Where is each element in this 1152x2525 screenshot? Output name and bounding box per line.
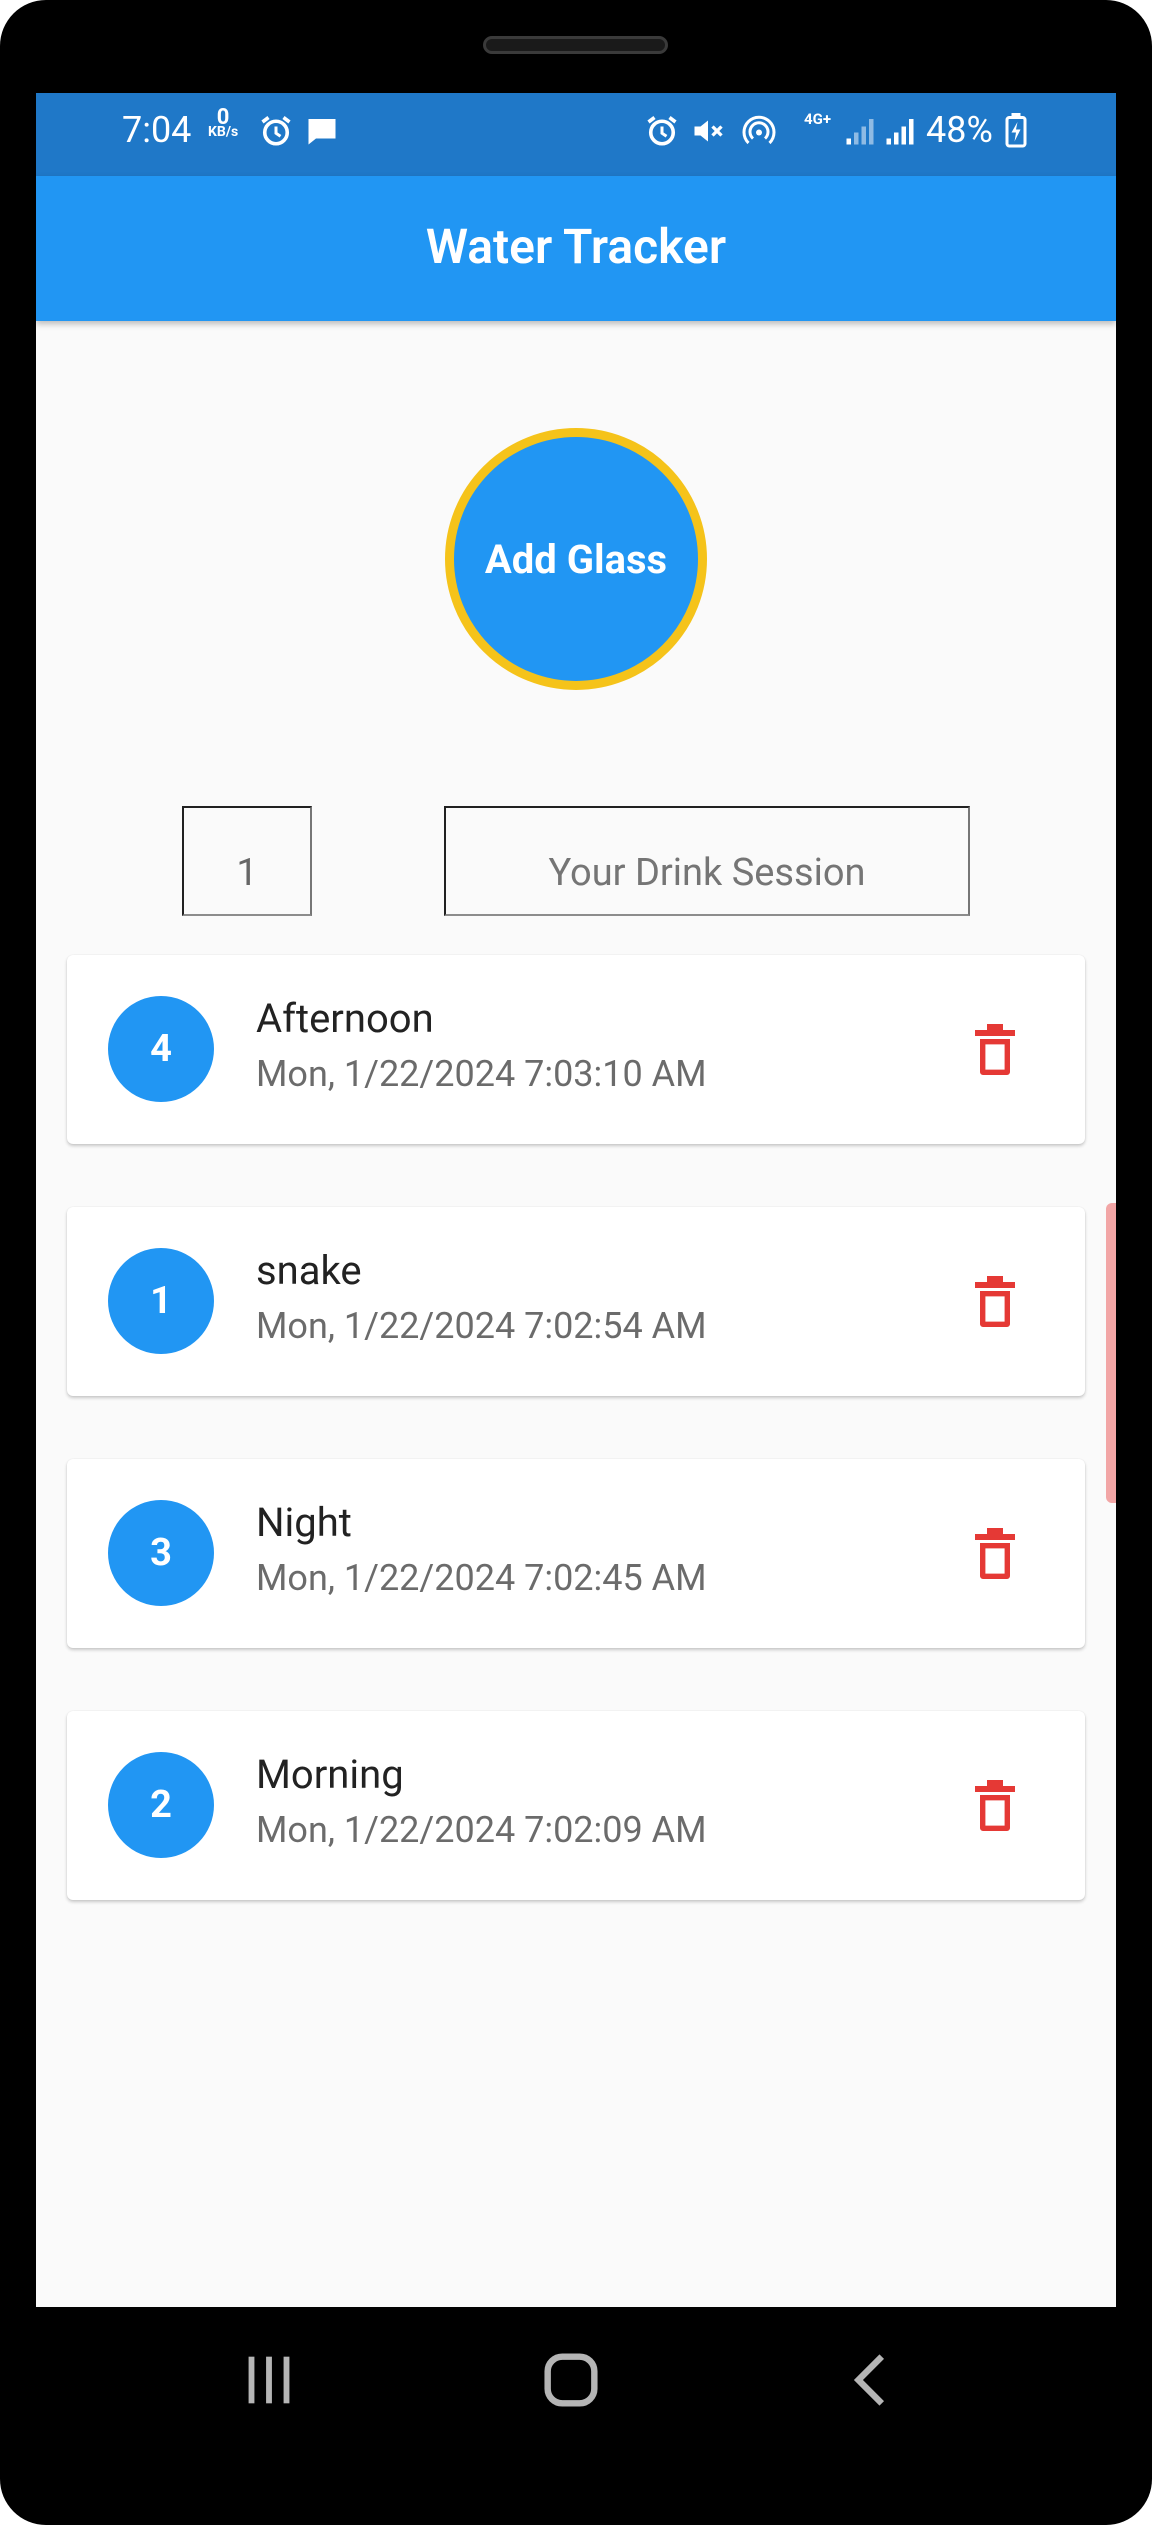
session-timestamp: Mon, 1/22/2024 7:02:09 AM [256,1809,707,1851]
battery-charging-icon [1005,113,1027,148]
list-item: 1 snake Mon, 1/22/2024 7:02:54 AM [67,1207,1085,1396]
glass-count-avatar: 3 [108,1500,214,1606]
trash-icon[interactable] [975,1779,1015,1831]
battery-level: 48% [926,109,993,151]
alarm-icon [261,116,291,146]
trash-icon[interactable] [975,1527,1015,1579]
phone-frame: 7:04 0 KB/s 4G+ 48% Water Tracker Add Gl… [0,0,1152,2525]
screen: 7:04 0 KB/s 4G+ 48% Water Tracker Add Gl… [36,93,1116,2307]
glass-count-avatar: 4 [108,996,214,1102]
session-timestamp: Mon, 1/22/2024 7:02:54 AM [256,1305,707,1347]
signal-icon [886,119,914,145]
status-time: 7:04 [122,109,192,151]
app-bar: Water Tracker [36,176,1116,321]
net-speed-value: 0 [216,105,230,130]
status-bar: 7:04 0 KB/s 4G+ 48% [36,93,1116,176]
session-timestamp: Mon, 1/22/2024 7:03:10 AM [256,1053,707,1095]
hotspot-icon [742,115,776,145]
net-speed-unit: KB/s [208,124,239,140]
session-name: Morning [256,1751,404,1798]
session-timestamp: Mon, 1/22/2024 7:02:45 AM [256,1557,707,1599]
add-glass-button[interactable]: Add Glass [445,428,707,690]
earpiece-speaker [483,36,668,54]
session-name: Night [256,1499,352,1546]
alarm-icon [647,116,677,146]
list-item: 3 Night Mon, 1/22/2024 7:02:45 AM [67,1459,1085,1648]
mute-icon [694,120,723,142]
back-icon[interactable] [838,2345,908,2415]
glass-count-avatar: 2 [108,1752,214,1858]
recents-icon[interactable] [234,2345,304,2415]
net-speed: 0 KB/s [208,105,239,140]
drink-session-input[interactable] [444,806,970,916]
scroll-indicator[interactable] [1106,1203,1116,1503]
signal-weak-icon [846,119,874,145]
network-type: 4G+ [804,110,832,128]
session-name: snake [256,1247,362,1294]
system-nav-bar [36,2307,1116,2457]
home-icon[interactable] [536,2345,606,2415]
trash-icon[interactable] [975,1275,1015,1327]
message-icon [308,119,336,145]
quantity-input[interactable] [182,806,312,916]
glass-count-avatar: 1 [108,1248,214,1354]
trash-icon[interactable] [975,1023,1015,1075]
list-item: 4 Afternoon Mon, 1/22/2024 7:03:10 AM [67,955,1085,1144]
session-name: Afternoon [256,995,434,1042]
app-title: Water Tracker [425,218,727,275]
list-item: 2 Morning Mon, 1/22/2024 7:02:09 AM [67,1711,1085,1900]
